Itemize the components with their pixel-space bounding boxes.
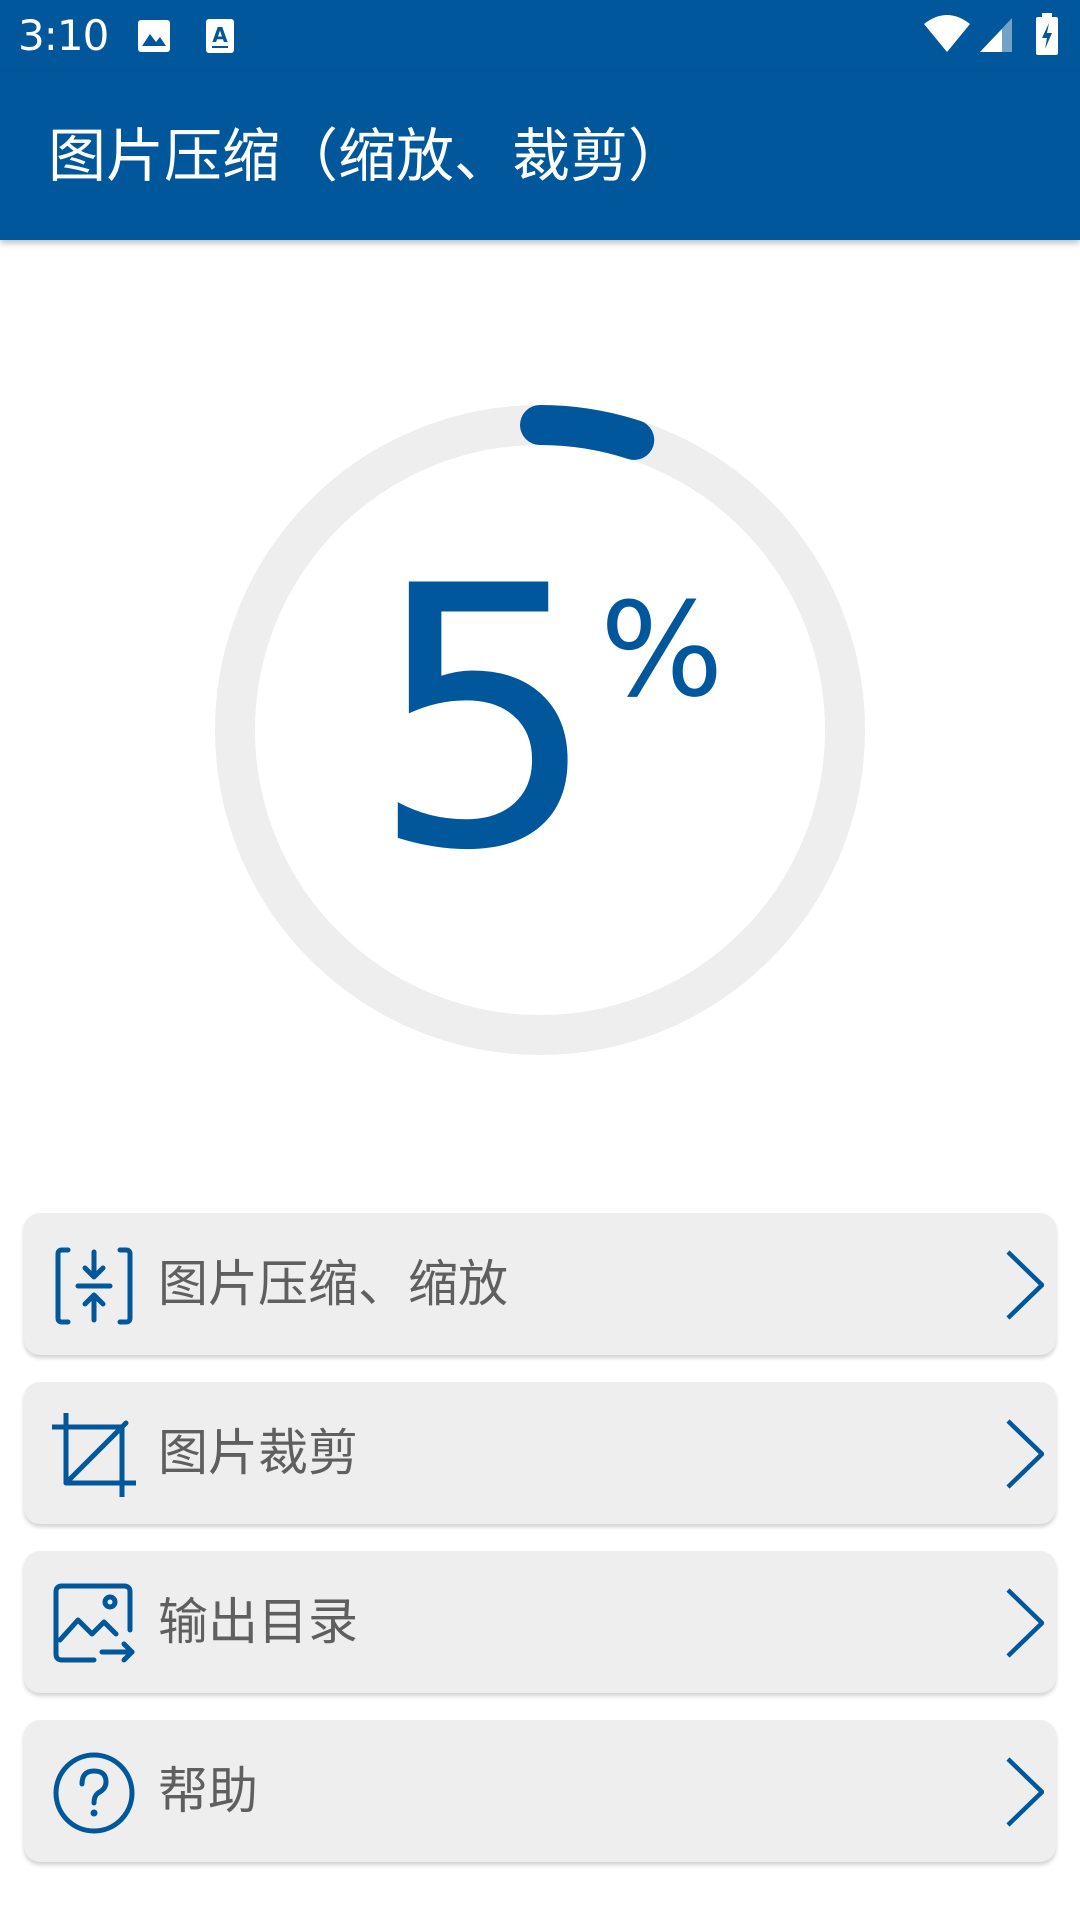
status-time: 3:10 xyxy=(18,11,109,60)
menu-item-label: 输出目录 xyxy=(158,1593,358,1651)
menu-item-label: 帮助 xyxy=(158,1762,258,1820)
progress-arc xyxy=(520,405,655,460)
progress-unit: % xyxy=(600,574,724,726)
wifi-icon xyxy=(924,15,970,52)
menu-item-crop[interactable]: 图片裁剪 xyxy=(24,1382,1056,1524)
help-icon xyxy=(53,1752,135,1834)
svg-text:A: A xyxy=(212,23,228,47)
menu-item-label: 图片压缩、缩放 xyxy=(158,1255,508,1313)
app-bar: 图片压缩（缩放、裁剪） xyxy=(0,72,1080,240)
crop-icon xyxy=(52,1413,136,1497)
font-a-icon: A xyxy=(206,19,234,53)
progress-value: 5 xyxy=(370,510,600,929)
battery-charging-icon xyxy=(1036,13,1058,55)
menu-item-output-folder[interactable]: 输出目录 xyxy=(24,1551,1056,1693)
menu-item-compress[interactable]: 图片压缩、缩放 xyxy=(24,1213,1056,1355)
chevron-right-icon xyxy=(1006,1757,1044,1827)
compress-icon xyxy=(55,1247,133,1325)
app-title: 图片压缩（缩放、裁剪） xyxy=(48,122,687,190)
chevron-right-icon xyxy=(1006,1588,1044,1658)
chevron-right-icon xyxy=(1006,1419,1044,1489)
status-bar: 3:10 A xyxy=(0,0,1080,72)
cellular-signal-icon xyxy=(980,18,1012,52)
menu-item-help[interactable]: 帮助 xyxy=(24,1720,1056,1862)
chevron-right-icon xyxy=(1006,1250,1044,1320)
image-icon xyxy=(138,20,170,52)
output-folder-icon xyxy=(53,1583,135,1663)
menu-item-label: 图片裁剪 xyxy=(158,1424,358,1482)
